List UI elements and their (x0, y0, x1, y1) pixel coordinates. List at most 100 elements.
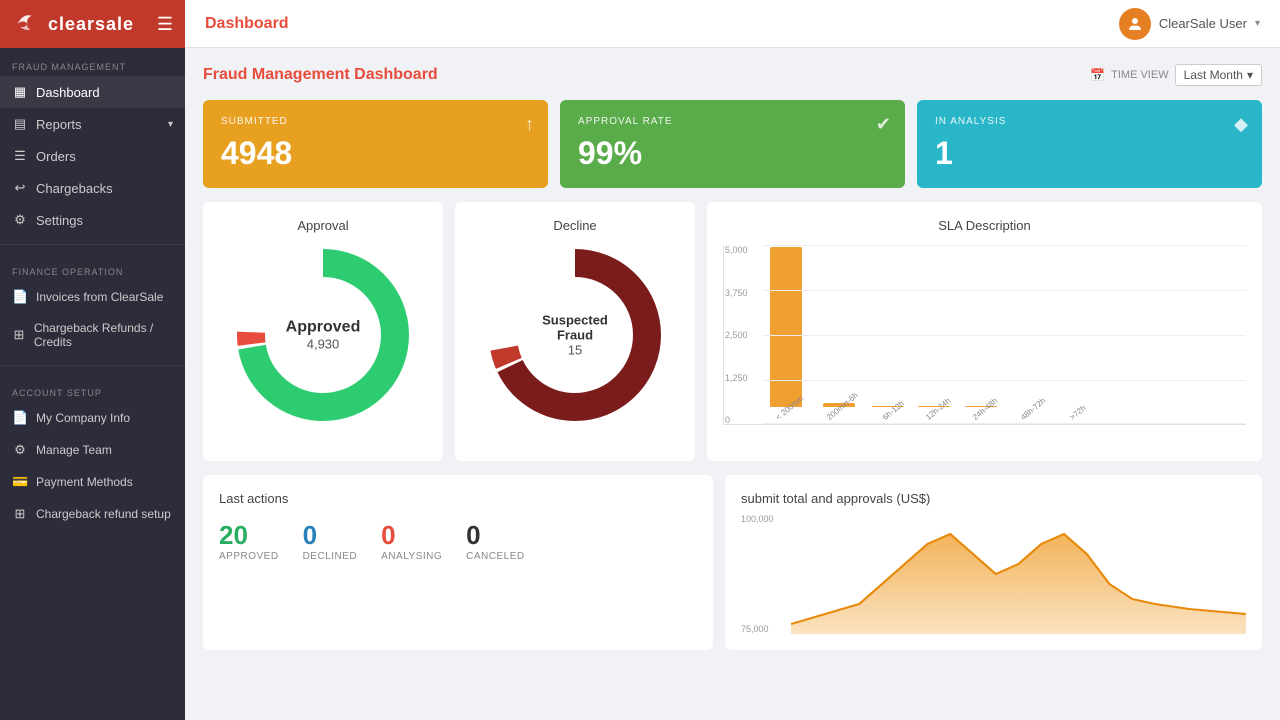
submit-chart-card: submit total and approvals (US$) 100,000… (725, 475, 1262, 650)
sidebar-divider-1 (0, 244, 185, 245)
sidebar-item-chargeback-setup[interactable]: ⊞ Chargeback refund setup (0, 498, 185, 530)
sla-bar-label: 12h-24h (924, 396, 952, 422)
finance-section: Finance Operation 📄 Invoices from ClearS… (0, 253, 185, 357)
sidebar-item-settings[interactable]: ⚙ Settings (0, 204, 185, 236)
submit-area-svg (791, 514, 1246, 634)
action-stat-declined: 0 DECLINED (303, 520, 358, 562)
sidebar-label-my-company: My Company Info (36, 411, 130, 425)
approval-donut-container: Approved 4,930 (233, 245, 413, 425)
reports-icon: ▤ (12, 116, 28, 132)
avatar (1119, 8, 1151, 40)
sla-bar-group: 24h-48h (961, 406, 1000, 424)
decline-chart-card: Decline Suspected Fraud (455, 202, 695, 461)
sla-bar-group: 200min-6h (815, 403, 863, 424)
submit-chart-title: submit total and approvals (US$) (741, 491, 1246, 506)
decline-donut-wrapper: Suspected Fraud 15 (471, 245, 679, 425)
declined-stat-value: 0 (303, 520, 358, 551)
y-label-2500: 2,500 (725, 330, 748, 340)
sla-bars: < 200min200min-6h6h-12h12h-24h24h-48h48h… (723, 245, 1246, 425)
sidebar-label-dashboard: Dashboard (36, 85, 100, 100)
time-view-label: TIME VIEW (1111, 69, 1168, 81)
chargeback-refunds-icon: ⊞ (12, 327, 26, 343)
section-label-account: Account Setup (0, 374, 185, 402)
sla-bar-group: >72h (1056, 407, 1088, 424)
user-chevron-icon: ▾ (1255, 18, 1260, 29)
stat-card-in-analysis: ◆ IN ANALYSIS 1 (917, 100, 1262, 188)
payment-methods-icon: 💳 (12, 474, 28, 490)
sla-bar-label: 48h-72h (1019, 396, 1047, 422)
y-axis: 5,000 3,750 2,500 1,250 0 (723, 245, 748, 425)
sidebar-label-payment-methods: Payment Methods (36, 475, 133, 489)
sidebar-label-settings: Settings (36, 213, 83, 228)
section-label-finance: Finance Operation (0, 253, 185, 281)
chargebacks-icon: ↩ (12, 180, 28, 196)
calendar-icon: 📅 (1090, 68, 1105, 82)
user-avatar-icon (1126, 15, 1144, 33)
decline-chart-title: Decline (471, 218, 679, 233)
stat-card-submitted: ↑ SUBMITTED 4948 (203, 100, 548, 188)
canceled-stat-value: 0 (466, 520, 524, 551)
chart-row: Approval Approved 4,930 (203, 202, 1262, 461)
approval-chart-title: Approval (219, 218, 427, 233)
user-menu[interactable]: ClearSale User ▾ (1119, 8, 1260, 40)
bottom-row: Last actions 20 APPROVED 0 DECLINED 0 AN… (203, 475, 1262, 650)
hamburger-icon[interactable]: ☰ (157, 14, 173, 35)
submit-y-100k: 100,000 (741, 514, 774, 524)
in-analysis-value: 1 (935, 135, 1244, 172)
sidebar-item-reports[interactable]: ▤ Reports ▾ (0, 108, 185, 140)
y-label-5000: 5,000 (725, 245, 748, 255)
manage-team-icon: ⚙ (12, 442, 28, 458)
sidebar-item-manage-team[interactable]: ⚙ Manage Team (0, 434, 185, 466)
sidebar-label-reports: Reports (36, 117, 82, 132)
decline-donut-label: Suspected Fraud 15 (530, 313, 620, 358)
approved-stat-label: APPROVED (219, 551, 279, 562)
sidebar-label-chargebacks: Chargebacks (36, 181, 113, 196)
sidebar-item-my-company[interactable]: 📄 My Company Info (0, 402, 185, 434)
sidebar-label-invoices: Invoices from ClearSale (36, 290, 163, 304)
declined-stat-label: DECLINED (303, 551, 358, 562)
y-label-1250: 1,250 (725, 373, 748, 383)
sla-bar-group: 12h-24h (914, 406, 953, 424)
page-title: Dashboard (205, 15, 289, 33)
action-stat-analysing: 0 ANALYSING (381, 520, 442, 562)
account-setup-section: Account Setup 📄 My Company Info ⚙ Manage… (0, 374, 185, 530)
submitted-label: SUBMITTED (221, 116, 530, 127)
y-label-0: 0 (725, 415, 748, 425)
time-period-value: Last Month (1184, 68, 1243, 82)
sidebar-item-invoices[interactable]: 📄 Invoices from ClearSale (0, 281, 185, 313)
approval-center-label: Approved (286, 319, 361, 337)
sidebar-label-chargeback-setup: Chargeback refund setup (36, 507, 171, 521)
stat-cards: ↑ SUBMITTED 4948 ✔ APPROVAL RATE 99% ◆ I… (203, 100, 1262, 188)
last-actions-title: Last actions (219, 491, 697, 506)
decline-center-value: 15 (530, 343, 620, 358)
chevron-down-icon: ▾ (168, 119, 173, 130)
submit-y-75k: 75,000 (741, 624, 774, 634)
approval-center-value: 4,930 (286, 337, 361, 352)
sidebar: clearsale ☰ Fraud Management ▦ Dashboard… (0, 0, 185, 720)
section-label-fraud: Fraud Management (0, 48, 185, 76)
my-company-icon: 📄 (12, 410, 28, 426)
sidebar-item-chargeback-refunds[interactable]: ⊞ Chargeback Refunds / Credits (0, 313, 185, 357)
y-label-3750: 3,750 (725, 288, 748, 298)
orders-icon: ☰ (12, 148, 28, 164)
sidebar-item-chargebacks[interactable]: ↩ Chargebacks (0, 172, 185, 204)
sidebar-label-chargeback-refunds: Chargeback Refunds / Credits (34, 321, 173, 349)
decline-donut-container: Suspected Fraud 15 (485, 245, 665, 425)
sidebar-item-dashboard[interactable]: ▦ Dashboard (0, 76, 185, 108)
sla-chart-card: SLA Description 5,000 3,750 2,500 1,250 … (707, 202, 1262, 461)
sidebar-item-orders[interactable]: ☰ Orders (0, 140, 185, 172)
sidebar-divider-2 (0, 365, 185, 366)
sla-bar-label: 24h-48h (971, 396, 999, 422)
time-view-control[interactable]: 📅 TIME VIEW Last Month ▾ (1090, 64, 1262, 86)
main-area: Dashboard ClearSale User ▾ Fraud Managem… (185, 0, 1280, 720)
time-period-selector[interactable]: Last Month ▾ (1175, 64, 1262, 86)
sla-chart-title: SLA Description (723, 218, 1246, 233)
sla-bar-label: 6h-12h (881, 399, 906, 422)
settings-icon: ⚙ (12, 212, 28, 228)
approval-rate-label: APPROVAL RATE (578, 116, 887, 127)
content-header: Fraud Management Dashboard 📅 TIME VIEW L… (203, 64, 1262, 86)
invoices-icon: 📄 (12, 289, 28, 305)
topbar: Dashboard ClearSale User ▾ (185, 0, 1280, 48)
canceled-stat-label: CANCELED (466, 551, 524, 562)
sidebar-item-payment-methods[interactable]: 💳 Payment Methods (0, 466, 185, 498)
